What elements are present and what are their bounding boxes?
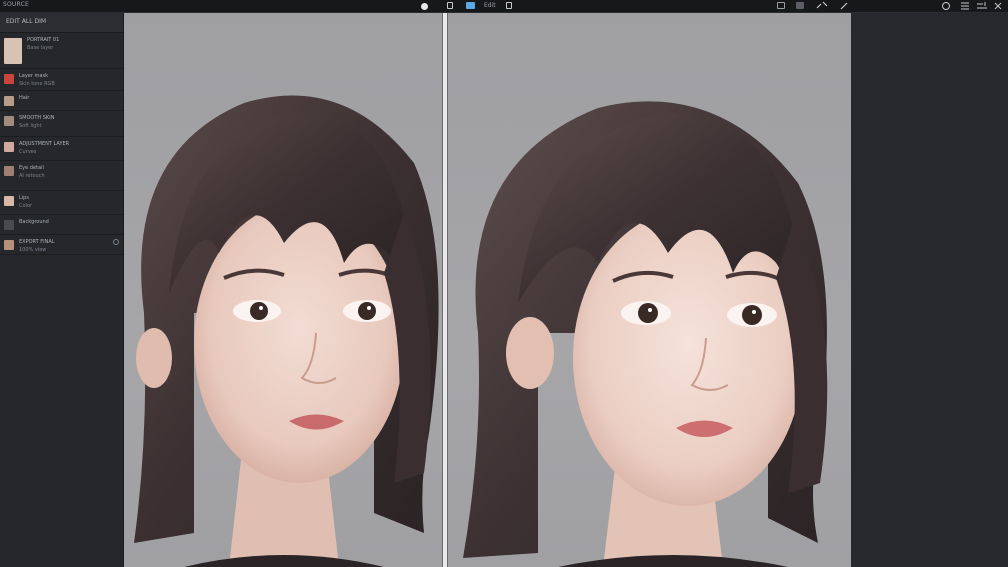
layer-row[interactable]: Lips Color	[0, 191, 123, 215]
tab-edit[interactable]: Edit	[484, 2, 496, 9]
layer-name: Lips	[19, 195, 29, 201]
layer-row[interactable]: SMOOTH SKIN Soft light	[0, 111, 123, 137]
layer-row[interactable]: ADJUSTMENT LAYER Curves	[0, 137, 123, 161]
select-icon[interactable]	[421, 3, 428, 10]
layer-name: Background	[19, 219, 49, 225]
layer-list: PORTRAIT 01 Base layer Layer mask Skin tone…	[0, 33, 123, 255]
layer-thumbnail	[4, 38, 22, 64]
photo-editor-app: SOURCE Edit EDIT ALL DIM PORTRAIT 01 Base…	[0, 0, 1008, 567]
layer-name: Eye detail	[19, 165, 44, 171]
properties-panel	[851, 13, 1008, 567]
settings-icon[interactable]	[942, 2, 950, 10]
layer-thumbnail	[4, 96, 14, 106]
layers-panel: EDIT ALL DIM PORTRAIT 01 Base layer Layer …	[0, 13, 124, 567]
layer-thumbnail	[4, 116, 14, 126]
layer-row[interactable]: Background	[0, 215, 123, 235]
layer-name: Layer mask	[19, 73, 48, 79]
brush-icon[interactable]	[796, 2, 804, 9]
layer-name: PORTRAIT 01	[27, 37, 60, 43]
layer-thumbnail	[4, 240, 14, 250]
pen-icon[interactable]	[816, 1, 828, 10]
layer-row[interactable]: Hair	[0, 91, 123, 111]
layer-detail: Curves	[19, 149, 37, 155]
portrait-after-image	[463, 101, 828, 567]
save-icon[interactable]	[506, 2, 512, 9]
layer-detail: Soft light	[19, 123, 42, 129]
layer-detail: Color	[19, 203, 33, 209]
layers-icon[interactable]	[447, 2, 453, 9]
layer-name: SMOOTH SKIN	[19, 115, 55, 121]
layer-name: EXPORT FINAL	[19, 239, 55, 245]
layer-thumbnail	[4, 74, 14, 84]
before-view[interactable]	[124, 13, 442, 567]
layer-detail: Base layer	[27, 45, 54, 51]
layer-name: Hair	[19, 95, 30, 101]
layer-row[interactable]: PORTRAIT 01 Base layer	[0, 33, 123, 69]
layer-row[interactable]: Eye detail AI retouch	[0, 161, 123, 191]
after-view[interactable]	[448, 13, 851, 567]
app-title: SOURCE	[3, 1, 29, 8]
panel-toggle-icon[interactable]	[994, 2, 1002, 10]
portrait-before-image	[134, 95, 439, 567]
menu-icon[interactable]	[961, 2, 969, 10]
top-toolbar: SOURCE Edit	[0, 0, 1008, 13]
canvas-area[interactable]	[124, 13, 851, 567]
layer-detail: AI retouch	[19, 173, 45, 179]
layer-detail: Skin tone RGB	[19, 81, 55, 87]
image-icon[interactable]	[466, 2, 475, 9]
more-icon[interactable]	[977, 2, 987, 10]
visibility-icon[interactable]	[113, 239, 119, 245]
layer-row[interactable]: Layer mask Skin tone RGB	[0, 69, 123, 91]
layer-detail: 100% view	[19, 247, 47, 253]
layer-row[interactable]: EXPORT FINAL 100% view	[0, 235, 123, 255]
layer-thumbnail	[4, 166, 14, 176]
grid-icon[interactable]	[777, 2, 785, 9]
history-icon[interactable]	[840, 2, 848, 10]
layer-name: ADJUSTMENT LAYER	[19, 141, 70, 147]
layer-thumbnail	[4, 196, 14, 206]
layer-thumbnail	[4, 220, 14, 230]
layer-thumbnail	[4, 142, 14, 152]
layers-panel-header: EDIT ALL DIM	[0, 13, 123, 33]
